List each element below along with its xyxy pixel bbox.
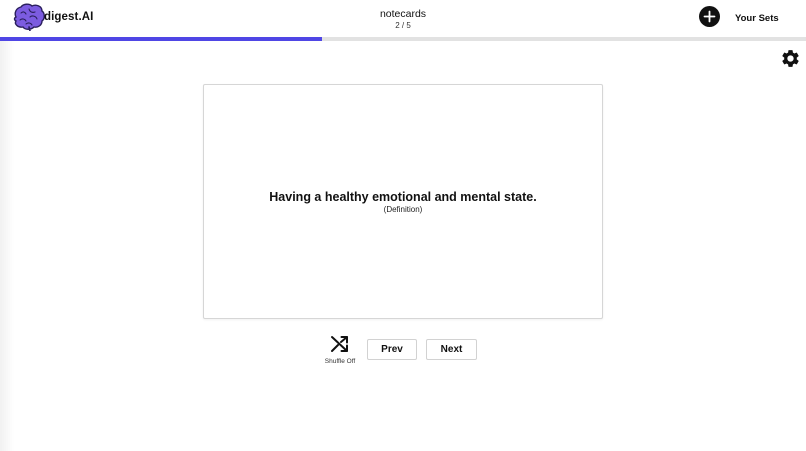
card-counter: 2 / 5 — [395, 21, 411, 30]
gear-icon[interactable] — [780, 48, 801, 69]
add-set-button[interactable] — [699, 6, 720, 27]
flashcard[interactable]: Having a healthy emotional and mental st… — [203, 84, 603, 319]
set-title: notecards — [379, 8, 427, 20]
next-button[interactable]: Next — [426, 339, 477, 360]
shuffle-icon — [331, 336, 348, 352]
progress-fill — [0, 37, 323, 41]
shuffle-label: Shuffle Off — [324, 358, 356, 365]
plus-icon — [703, 10, 716, 23]
top-bar: digest.AI notecards 2 / 5 Your Sets — [0, 0, 806, 37]
card-text: Having a healthy emotional and mental st… — [269, 190, 537, 204]
page: digest.AI notecards 2 / 5 Your Sets Havi… — [0, 0, 806, 451]
card-side-label: (Definition) — [383, 205, 423, 214]
prev-button[interactable]: Prev — [367, 339, 417, 360]
shuffle-toggle[interactable]: Shuffle Off — [321, 334, 359, 365]
progress-bar — [0, 37, 806, 41]
your-sets-link[interactable]: Your Sets — [735, 13, 779, 24]
